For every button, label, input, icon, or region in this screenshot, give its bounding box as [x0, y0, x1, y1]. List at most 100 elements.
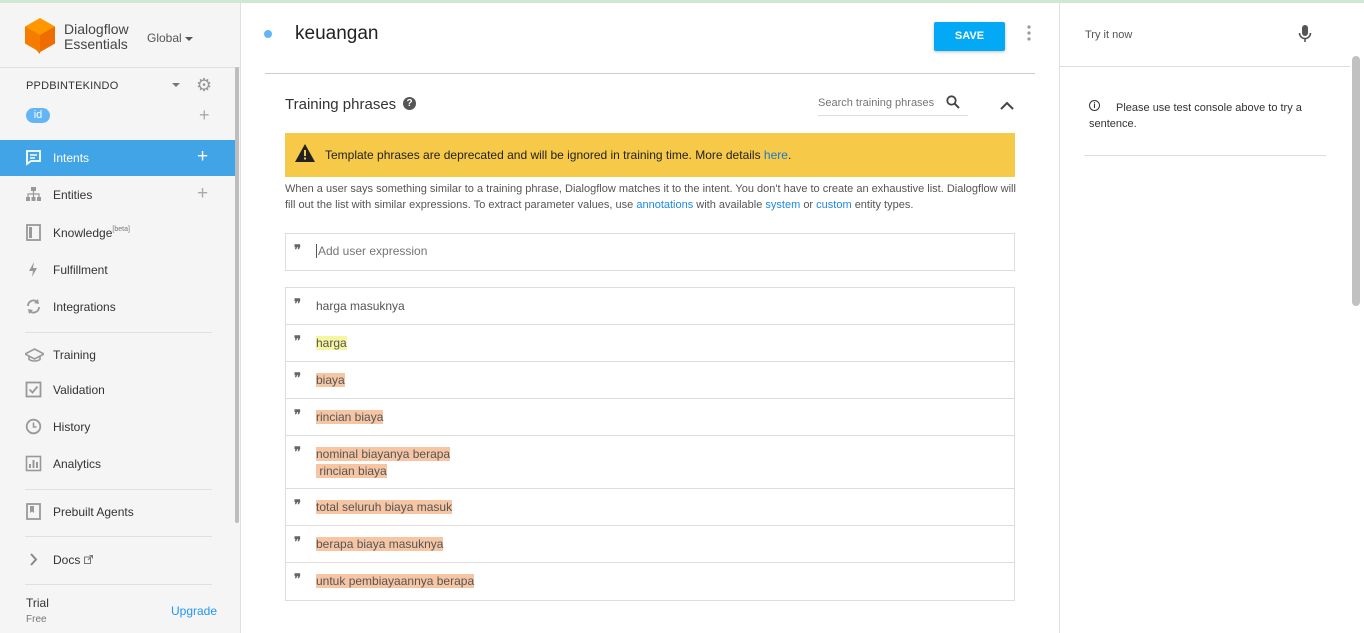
sync-icon — [25, 298, 42, 315]
divider — [25, 584, 212, 585]
add-user-expression-input[interactable] — [316, 244, 996, 258]
language-pill[interactable]: id — [26, 108, 50, 123]
training-phrase-row[interactable]: ❞ rincian biaya — [286, 399, 1014, 436]
phrase-line: berapa biaya masuknya — [316, 537, 444, 551]
training-phrase-text[interactable]: total seluruh biaya masuk — [316, 499, 453, 516]
training-phrase-row[interactable]: ❞ harga — [286, 325, 1014, 362]
region-selector[interactable]: Global — [147, 31, 193, 45]
training-phrase-text[interactable]: harga — [316, 335, 347, 352]
sidebar-item-label: Docs — [53, 553, 93, 567]
gear-icon[interactable]: ⚙ — [196, 76, 214, 94]
training-phrase-row[interactable]: ❞ berapa biaya masuknya — [286, 526, 1014, 563]
sidebar-item-docs[interactable]: Docs — [0, 542, 236, 578]
add-entity-plus-icon[interactable]: + — [197, 184, 208, 204]
sidebar-item-prebuilt-agents[interactable]: Prebuilt Agents — [0, 494, 236, 530]
training-phrase-list: ❞ harga masuknya ❞ harga ❞ biaya ❞ rincian biay… — [285, 287, 1015, 601]
search-icon[interactable] — [946, 95, 960, 109]
training-phrase-text[interactable]: harga masuknya — [316, 298, 405, 315]
bar-chart-icon — [25, 455, 42, 472]
phrase-line: rincian biaya — [316, 410, 384, 424]
add-language-plus-icon[interactable]: + — [199, 106, 210, 124]
sidebar-item-integrations[interactable]: Integrations — [0, 289, 236, 325]
sidebar-item-fulfillment[interactable]: Fulfillment — [0, 252, 236, 288]
sidebar-item-label: Analytics — [53, 457, 102, 471]
training-phrase-text[interactable]: rincian biaya — [316, 409, 384, 426]
annotations-link[interactable]: annotations — [636, 199, 693, 211]
try-it-now-input[interactable]: Try it now — [1085, 29, 1132, 41]
docs-label: Docs — [53, 553, 81, 567]
training-phrase-row[interactable]: ❞ harga masuknya — [286, 288, 1014, 325]
phrase-line: untuk pembiayaannya berapa — [316, 574, 475, 588]
deprecation-warning: Template phrases are deprecated and will… — [285, 133, 1015, 177]
warning-text: Template phrases are deprecated and will… — [325, 148, 791, 162]
sidebar-item-history[interactable]: History — [0, 409, 236, 445]
search-input[interactable] — [818, 97, 940, 109]
more-vert-icon[interactable] — [1026, 25, 1032, 41]
sidebar-item-training[interactable]: Training — [0, 337, 236, 373]
sidebar-scrollbar[interactable] — [235, 67, 239, 523]
save-button[interactable]: SAVE — [934, 22, 1005, 51]
training-phrase-text[interactable]: biaya — [316, 372, 345, 389]
sidebar-item-knowledge[interactable]: Knowledge[beta] — [0, 215, 236, 251]
training-phrases-title: Training phrases — [285, 96, 397, 113]
phrase-line: biaya — [316, 373, 345, 387]
divider — [25, 536, 212, 537]
search-training-phrases — [818, 95, 968, 116]
hierarchy-icon — [25, 186, 42, 203]
phrase-line: rincian biaya — [316, 464, 387, 478]
sidebar-item-analytics[interactable]: Analytics — [0, 446, 236, 482]
sidebar-item-validation[interactable]: Validation — [0, 372, 236, 408]
app-name: Dialogflow Essentials — [64, 22, 129, 52]
intent-priority-dot[interactable] — [264, 30, 272, 38]
chevron-up-icon[interactable] — [999, 98, 1015, 112]
plan-label: Trial — [26, 596, 49, 610]
dialogflow-logo-icon[interactable] — [25, 18, 55, 54]
agent-dropdown-caret-icon[interactable] — [172, 83, 180, 87]
training-phrase-row[interactable]: ❞ total seluruh biaya masuk — [286, 489, 1014, 526]
phrase-line: total seluruh biaya masuk — [316, 500, 453, 514]
add-intent-plus-icon[interactable]: + — [197, 147, 208, 167]
quote-icon: ❞ — [294, 535, 301, 550]
clock-icon — [25, 418, 42, 435]
console-info-text: Please use test console above to try a s… — [1089, 102, 1302, 130]
microphone-icon[interactable] — [1298, 25, 1312, 43]
caret-down-icon — [184, 36, 193, 41]
training-phrase-text[interactable]: berapa biaya masuknya — [316, 536, 444, 553]
app-name-line1: Dialogflow — [64, 21, 129, 37]
training-phrase-row[interactable]: ❞ untuk pembiayaannya berapa — [286, 563, 1014, 600]
training-phrase-text[interactable]: nominal biayanya berapa rincian biaya — [316, 446, 451, 480]
divider — [1084, 155, 1326, 156]
warning-details-link[interactable]: here — [764, 148, 788, 162]
knowledge-label: Knowledge — [53, 226, 113, 240]
sidebar: Dialogflow Essentials Global PPDBINTEKIN… — [0, 3, 241, 633]
chevron-right-icon — [25, 551, 42, 568]
sidebar-item-label: Fulfillment — [53, 263, 108, 277]
intent-name[interactable]: keuangan — [295, 23, 378, 45]
checkbox-icon — [25, 381, 42, 398]
training-phrase-text[interactable]: untuk pembiayaannya berapa — [316, 573, 475, 590]
add-expression-box: ❞ — [285, 233, 1015, 271]
sidebar-item-intents[interactable]: Intents + — [0, 140, 236, 176]
page-scrollbar[interactable] — [1352, 56, 1360, 306]
training-description: When a user says something similar to a … — [285, 181, 1020, 213]
custom-link[interactable]: custom — [816, 199, 851, 211]
training-phrase-row[interactable]: ❞ nominal biayanya berapa rincian biaya — [286, 436, 1014, 489]
section-divider — [265, 73, 1035, 74]
beta-badge: [beta] — [112, 226, 130, 233]
training-phrase-row[interactable]: ❞ biaya — [286, 362, 1014, 399]
help-icon[interactable]: ? — [403, 97, 416, 110]
region-label: Global — [147, 31, 182, 45]
desc-text: entity types. — [854, 199, 914, 211]
quote-icon: ❞ — [294, 408, 301, 423]
agent-name[interactable]: PPDBINTEKINDO — [26, 80, 118, 92]
divider — [0, 67, 240, 68]
system-link[interactable]: system — [765, 199, 800, 211]
warning-icon — [295, 144, 315, 162]
divider — [1060, 66, 1350, 67]
divider — [25, 332, 212, 333]
chat-icon — [25, 149, 42, 166]
bolt-icon — [25, 261, 42, 278]
sidebar-item-entities[interactable]: Entities + — [0, 177, 236, 213]
upgrade-link[interactable]: Upgrade — [171, 604, 217, 618]
desc-text: or — [803, 199, 814, 211]
